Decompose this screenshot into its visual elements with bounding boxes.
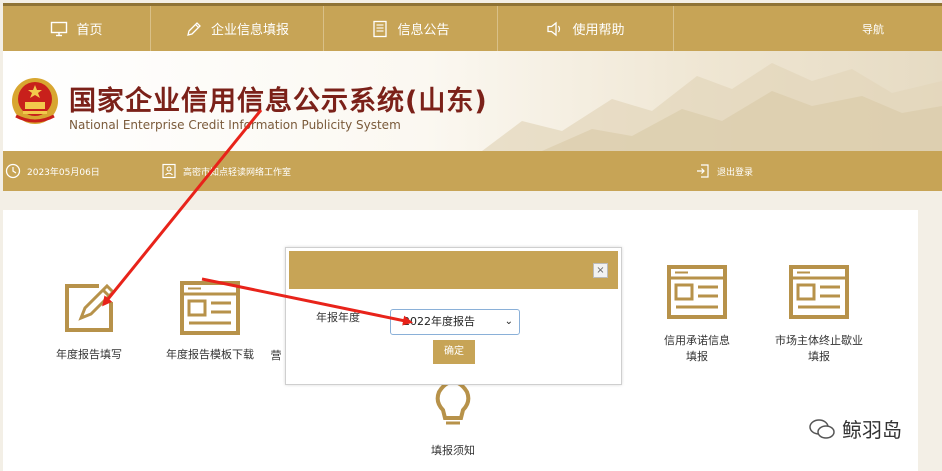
nav-guide[interactable]: 导航 — [674, 6, 942, 51]
chevron-down-icon: ⌄ — [504, 316, 513, 327]
partial-tile-label: 营 — [270, 349, 282, 362]
wechat-icon — [809, 418, 835, 439]
watermark-text: 鲸羽岛 — [842, 418, 902, 442]
report-year-value: 2022年度报告 — [403, 315, 475, 328]
annual-year-dialog: × 年报年度 2022年度报告 ⌄ 确定 — [285, 247, 622, 385]
info-bar: 2023年05月06日 高密市知点轻读网络工作室 退出登录 — [3, 151, 942, 191]
nav-home-label: 首页 — [76, 23, 103, 38]
instructions-tile[interactable]: 填报须知 — [420, 379, 486, 459]
date-display: 2023年05月06日 — [5, 151, 100, 191]
termination-label-2: 填报 — [808, 350, 830, 363]
report-year-label: 年报年度 — [316, 311, 360, 324]
termination-tile[interactable]: 市场主体终止歇业 填报 — [766, 264, 872, 365]
instructions-label: 填报须知 — [431, 444, 475, 457]
termination-label-1: 市场主体终止歇业 — [775, 334, 863, 347]
nav-help[interactable]: 使用帮助 — [498, 6, 674, 51]
mountain-decoration — [482, 63, 942, 151]
form-template-icon — [180, 281, 240, 335]
form-termination-icon — [789, 265, 849, 319]
wechat-watermark: 鲸羽岛 — [808, 414, 902, 443]
date-label: 2023年05月06日 — [27, 167, 100, 178]
company-label: 高密市知点轻读网络工作室 — [183, 167, 292, 178]
nav-help-label: 使用帮助 — [572, 23, 625, 38]
credit-commitment-label-2: 填报 — [686, 350, 708, 363]
monitor-icon — [51, 21, 68, 36]
edit-icon — [187, 21, 201, 36]
credit-commitment-tile[interactable]: 信用承诺信息 填报 — [655, 264, 739, 365]
site-subtitle: National Enterprise Credit Information P… — [69, 118, 401, 132]
annual-report-fill-label: 年度报告填写 — [56, 348, 122, 361]
company-display: 高密市知点轻读网络工作室 — [161, 151, 291, 191]
nav-announcement-label: 信息公告 — [397, 23, 450, 38]
credit-commitment-label-1: 信用承诺信息 — [664, 334, 730, 347]
annual-report-fill-tile[interactable]: 年度报告填写 — [44, 276, 134, 363]
report-year-select[interactable]: 2022年度报告 ⌄ — [390, 309, 520, 335]
nav-enterprise-fill-label: 企业信息填报 — [210, 23, 289, 38]
template-download-label: 年度报告模板下载 — [166, 348, 254, 361]
nav-enterprise-fill[interactable]: 企业信息填报 — [151, 6, 324, 51]
logout-button[interactable]: 退出登录 — [695, 151, 753, 191]
site-title: 国家企业信用信息公示系统(山东) — [69, 86, 488, 117]
nav-home[interactable]: 首页 — [3, 6, 151, 51]
logout-icon — [697, 164, 709, 178]
close-icon[interactable]: × — [593, 263, 608, 278]
template-download-tile[interactable]: 年度报告模板下载 — [156, 280, 264, 363]
confirm-button[interactable]: 确定 — [433, 340, 475, 364]
dialog-header: × — [289, 251, 618, 289]
clock-icon — [5, 163, 21, 179]
national-emblem-icon — [12, 78, 58, 124]
speaker-icon — [547, 21, 561, 36]
user-card-icon — [162, 163, 176, 179]
nav-guide-label: 导航 — [862, 22, 884, 36]
header-banner: 国家企业信用信息公示系统(山东) National Enterprise Cre… — [3, 51, 942, 151]
document-icon — [373, 20, 388, 37]
top-nav: 首页 企业信息填报 信息公告 使用帮助 导航 — [3, 3, 942, 51]
logout-label: 退出登录 — [717, 167, 754, 178]
pen-edit-icon — [65, 283, 116, 332]
form-credit-icon — [667, 265, 727, 319]
partial-tile[interactable]: 营 — [268, 348, 284, 364]
nav-announcement[interactable]: 信息公告 — [324, 6, 498, 51]
lightbulb-icon — [435, 379, 471, 425]
